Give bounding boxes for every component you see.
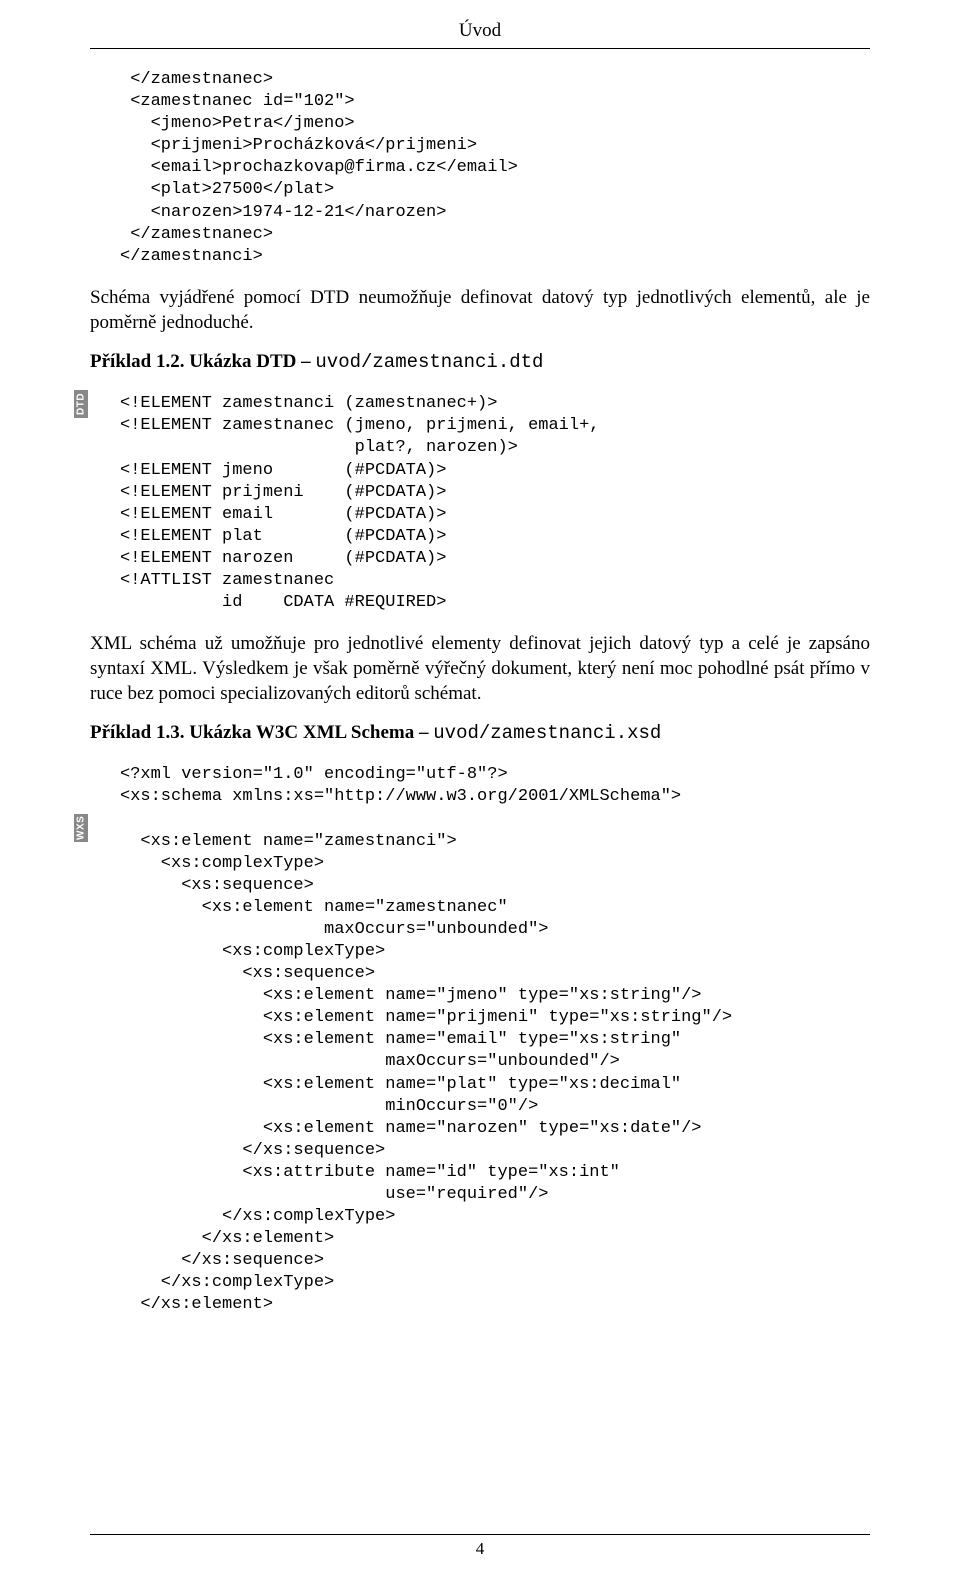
- page-number: 4: [90, 1539, 870, 1559]
- code-block-xml-fragment: </zamestnanec> <zamestnanec id="102"> <j…: [120, 69, 870, 268]
- header-rule: [90, 48, 870, 49]
- paragraph-dtd-intro: Schéma vyjádřené pomocí DTD neumožňuje d…: [90, 286, 870, 335]
- page-header-title: Úvod: [90, 20, 870, 42]
- paragraph-xsd-intro: XML schéma už umožňuje pro jednotlivé el…: [90, 632, 870, 706]
- example-1-3-heading: Příklad 1.3. Ukázka W3C XML Schema – uvo…: [90, 722, 870, 744]
- vertical-label-wxs: WXS: [74, 814, 88, 842]
- example-1-2-heading: Příklad 1.2. Ukázka DTD – uvod/zamestnan…: [90, 351, 870, 373]
- code-block-xsd: <?xml version="1.0" encoding="utf-8"?> <…: [120, 764, 870, 1316]
- example-1-3-filename: uvod/zamestnanci.xsd: [433, 722, 661, 744]
- vertical-label-dtd: DTD: [74, 390, 88, 418]
- example-1-2-prefix: Příklad 1.2. Ukázka DTD –: [90, 351, 315, 372]
- page-footer: 4: [90, 1534, 870, 1559]
- example-1-3-prefix: Příklad 1.3. Ukázka W3C XML Schema –: [90, 722, 433, 743]
- footer-rule: [90, 1534, 870, 1535]
- code-block-dtd: <!ELEMENT zamestnanci (zamestnanec+)> <!…: [120, 393, 870, 614]
- example-1-2-filename: uvod/zamestnanci.dtd: [315, 351, 543, 373]
